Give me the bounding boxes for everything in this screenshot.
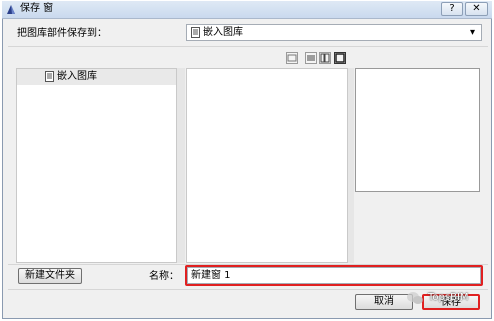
list-splitter[interactable] — [348, 68, 354, 263]
window-title: 保存 窗 — [20, 3, 54, 14]
help-button[interactable]: ? — [441, 2, 463, 16]
archicad-app-icon — [7, 5, 15, 14]
view-icons-icon[interactable] — [286, 52, 298, 64]
view-details-icon[interactable] — [319, 52, 331, 64]
divider — [8, 46, 488, 47]
name-field[interactable]: 新建窗 1 — [187, 267, 481, 284]
view-preview-icon[interactable] — [334, 52, 346, 64]
tree-item-embedded-library[interactable]: 嵌入图库 — [17, 69, 176, 85]
name-field-value: 新建窗 1 — [191, 270, 231, 281]
library-icon — [45, 71, 54, 85]
close-button[interactable]: ✕ — [465, 2, 488, 16]
tree-splitter[interactable] — [177, 68, 185, 263]
watermark-text: TopsBIM — [428, 292, 469, 303]
save-to-label: 把图库部件保存到： — [17, 28, 107, 39]
view-list-icon[interactable] — [305, 52, 317, 64]
cancel-label: 取消 — [374, 296, 394, 307]
preview-panel — [355, 68, 480, 192]
close-icon: ✕ — [472, 3, 481, 14]
help-icon: ? — [449, 3, 455, 14]
tree-item-label: 嵌入图库 — [57, 71, 97, 82]
new-folder-button[interactable]: 新建文件夹 — [18, 268, 82, 284]
divider — [8, 289, 488, 290]
name-label: 名称： — [149, 271, 179, 282]
file-list-panel[interactable] — [186, 68, 348, 263]
title-bar — [2, 1, 492, 19]
save-to-selected: 嵌入图库 — [203, 27, 243, 38]
save-to-dropdown[interactable]: 嵌入图库 ▾ — [186, 24, 482, 41]
chevron-down-icon: ▾ — [470, 27, 476, 38]
wechat-icon — [405, 291, 425, 305]
library-icon — [191, 27, 200, 42]
library-tree-panel[interactable]: 嵌入图库 — [16, 68, 177, 263]
new-folder-label: 新建文件夹 — [25, 270, 75, 281]
